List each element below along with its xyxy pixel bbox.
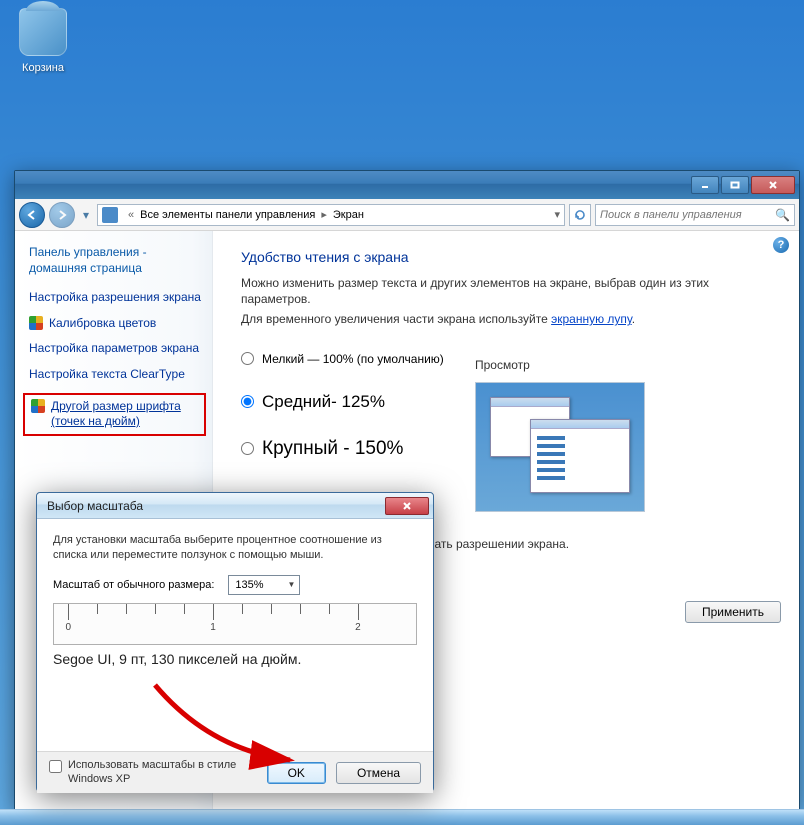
sidebar-cleartype-link[interactable]: Настройка текста ClearType	[29, 367, 202, 383]
shield-icon	[29, 316, 43, 330]
scale-combobox[interactable]: 135% ▼	[228, 575, 300, 595]
scale-value: 135%	[235, 579, 263, 591]
chevron-down-icon: ▼	[288, 580, 296, 589]
font-sample-text: Segoe UI, 9 пт, 130 пикселей на дюйм.	[53, 651, 417, 667]
search-icon: 🔍	[775, 208, 790, 222]
size-small-radio[interactable]	[241, 352, 254, 365]
preview-image	[475, 382, 645, 512]
window-titlebar[interactable]	[15, 171, 799, 199]
preview-label: Просмотр	[475, 358, 781, 372]
ruler-label-0: 0	[65, 622, 71, 633]
search-box[interactable]: 🔍	[595, 204, 795, 226]
sidebar-display-params-link[interactable]: Настройка параметров экрана	[29, 341, 202, 357]
breadcrumb-current[interactable]: Экран	[333, 209, 364, 221]
refresh-button[interactable]	[569, 204, 591, 226]
dialog-title: Выбор масштаба	[47, 499, 143, 513]
cancel-button[interactable]: Отмена	[336, 762, 421, 784]
sidebar-home-link[interactable]: Панель управления - домашняя страница	[29, 245, 202, 276]
nav-back-button[interactable]	[19, 202, 45, 228]
dialog-close-button[interactable]	[385, 497, 429, 515]
size-small-label: Мелкий — 100% (по умолчанию)	[262, 352, 444, 366]
maximize-button[interactable]	[721, 176, 749, 194]
page-description: Можно изменить размер текста и других эл…	[241, 275, 781, 307]
size-large-radio[interactable]	[241, 442, 254, 455]
nav-history-dropdown[interactable]: ▾	[79, 208, 93, 222]
navigation-bar: ▾ « Все элементы панели управления ▸ Экр…	[15, 199, 799, 231]
dialog-instructions: Для установки масштаба выберите процентн…	[53, 533, 417, 563]
dialog-titlebar[interactable]: Выбор масштаба	[37, 493, 433, 519]
xp-style-checkbox[interactable]	[49, 760, 62, 773]
highlighted-link-box: Другой размер шрифта (точек на дюйм)	[23, 393, 206, 436]
help-icon[interactable]: ?	[773, 237, 789, 253]
xp-style-checkbox-row[interactable]: Использовать масштабы в стиле Windows XP	[49, 759, 257, 785]
ruler-label-1: 1	[210, 622, 216, 633]
apply-button[interactable]: Применить	[685, 601, 781, 623]
control-panel-icon	[102, 207, 118, 223]
xp-style-label: Использовать масштабы в стиле Windows XP	[68, 759, 257, 785]
address-bar[interactable]: « Все элементы панели управления ▸ Экран…	[97, 204, 565, 226]
sidebar-resolution-link[interactable]: Настройка разрешения экрана	[29, 290, 202, 306]
sidebar-calibration-link[interactable]: Калибровка цветов	[49, 316, 156, 332]
page-description-2: Для временного увеличения части экрана и…	[241, 311, 781, 327]
size-large-label: Крупный - 150%	[262, 438, 403, 460]
breadcrumb-parent[interactable]: Все элементы панели управления	[140, 209, 315, 221]
taskbar[interactable]	[0, 809, 804, 825]
sidebar-custom-dpi-link[interactable]: Другой размер шрифта (точек на дюйм)	[51, 399, 198, 430]
size-medium-radio[interactable]	[241, 395, 254, 408]
scale-label: Масштаб от обычного размера:	[53, 579, 214, 591]
shield-icon	[31, 399, 45, 413]
search-input[interactable]	[600, 209, 775, 221]
dpi-dialog: Выбор масштаба Для установки масштаба вы…	[36, 492, 434, 792]
ruler-label-2: 2	[355, 622, 361, 633]
recycle-bin[interactable]: Корзина	[8, 8, 78, 74]
size-medium-label: Средний- 125%	[262, 392, 385, 412]
recycle-bin-icon	[19, 8, 67, 56]
close-button[interactable]	[751, 176, 795, 194]
page-heading: Удобство чтения с экрана	[241, 249, 781, 265]
nav-forward-button[interactable]	[49, 202, 75, 228]
minimize-button[interactable]	[691, 176, 719, 194]
recycle-bin-label: Корзина	[22, 62, 64, 74]
scale-ruler[interactable]: 0 1 2	[53, 603, 417, 645]
magnifier-link[interactable]: экранную лупу	[551, 312, 632, 326]
ok-button[interactable]: OK	[267, 762, 326, 784]
